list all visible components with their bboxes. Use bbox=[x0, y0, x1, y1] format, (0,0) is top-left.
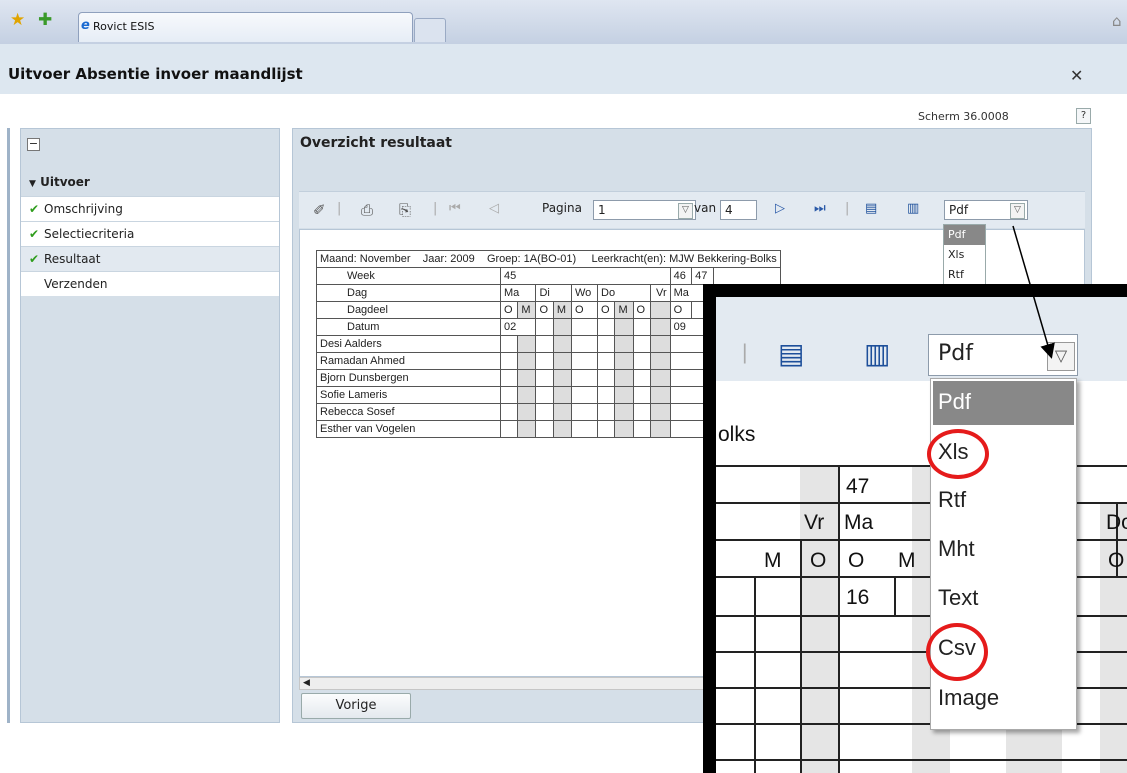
home-icon[interactable]: ⌂ bbox=[1112, 12, 1122, 30]
ie-logo-icon: e bbox=[81, 18, 90, 33]
next-page-icon[interactable]: ▷ bbox=[775, 201, 785, 216]
browser-tab-title: Rovict ESIS bbox=[93, 20, 155, 33]
previous-page-icon[interactable]: ◁ bbox=[489, 201, 499, 216]
sidebar-item-resultaat[interactable]: ✔ Resultaat bbox=[21, 246, 279, 271]
sidebar-item-label: Resultaat bbox=[44, 252, 101, 266]
new-tab-button[interactable] bbox=[414, 18, 446, 42]
print-icon[interactable]: ⎙ bbox=[361, 201, 373, 219]
add-favorite-icon[interactable]: ✚ bbox=[38, 10, 52, 30]
format-option-rtf[interactable]: Rtf bbox=[944, 265, 985, 285]
scroll-left-icon[interactable]: ◀ bbox=[303, 678, 310, 688]
sidebar-section-header[interactable]: ▼ Uitvoer bbox=[21, 169, 279, 194]
window-header: Uitvoer Absentie invoer maandlijst ✕ bbox=[0, 44, 1127, 94]
zoom-day: Ma bbox=[844, 511, 874, 534]
zoom-day: Do bbox=[1106, 511, 1127, 534]
check-icon: ✔ bbox=[29, 227, 40, 241]
format-option-rtf[interactable]: Rtf bbox=[938, 487, 966, 513]
toolbar-separator: | bbox=[742, 341, 748, 364]
export-format-value: Pdf bbox=[949, 203, 969, 217]
check-icon: ✔ bbox=[29, 202, 40, 216]
sidebar-item-omschrijving[interactable]: ✔ Omschrijving bbox=[21, 196, 279, 221]
browser-tab-bar: ★ ✚ e Rovict ESIS ⌂ bbox=[0, 0, 1127, 45]
chevron-down-icon: ▽ bbox=[1047, 342, 1075, 371]
save-icon[interactable]: ▤ bbox=[865, 201, 877, 216]
export-icon[interactable]: ▥ bbox=[907, 201, 919, 216]
zoom-dagdeel: M bbox=[898, 549, 916, 572]
page-count-value: 4 bbox=[725, 203, 733, 217]
triangle-down-icon: ▼ bbox=[29, 179, 36, 189]
sidebar-item-selectiecriteria[interactable]: ✔ Selectiecriteria bbox=[21, 221, 279, 246]
zoom-week: 47 bbox=[846, 475, 870, 498]
first-page-icon[interactable]: ⏮ bbox=[449, 201, 461, 216]
zoom-inset: | ▤ ▥ Pdf ▽ olks 47 Vr Ma D M O O M O 16… bbox=[703, 284, 1127, 773]
page-select[interactable]: 1 ▽ bbox=[593, 200, 696, 220]
sidebar-section-title: Uitvoer bbox=[40, 175, 90, 189]
sidebar-item-verzenden[interactable]: Verzenden bbox=[21, 271, 279, 296]
report-toolbar: ✐ | ⎙ ⎘ | ⏮ ◁ Pagina 1 ▽ van 4 ▷ ⏭ | ▤ ▥… bbox=[299, 191, 1085, 228]
zoom-header-fragment: olks bbox=[718, 423, 756, 446]
print-setup-icon[interactable]: ⎘ bbox=[399, 201, 411, 219]
page-label: Pagina bbox=[542, 201, 582, 215]
sidebar-item-label: Verzenden bbox=[44, 277, 108, 291]
check-icon: ✔ bbox=[29, 252, 40, 266]
format-option-mht[interactable]: Mht bbox=[938, 536, 975, 562]
zoom-export-format-select[interactable]: Pdf ▽ bbox=[928, 334, 1078, 376]
zoom-dagdeel: M bbox=[764, 549, 782, 572]
window-title: Uitvoer Absentie invoer maandlijst bbox=[8, 65, 303, 83]
toolbar-separator: | bbox=[845, 201, 850, 216]
chevron-down-icon: ▽ bbox=[678, 203, 693, 219]
format-option-xls[interactable]: Xls bbox=[944, 245, 985, 265]
csv-highlight-circle bbox=[926, 623, 988, 681]
zoom-format-dropdown-list: Pdf Xls Rtf Mht Text Csv Image bbox=[926, 378, 1077, 730]
zoom-dagdeel: O bbox=[848, 549, 865, 572]
chevron-down-icon: ▽ bbox=[1010, 203, 1025, 219]
page-select-value: 1 bbox=[598, 203, 606, 217]
toolbar-separator: | bbox=[433, 201, 438, 216]
zoom-dagdeel: O bbox=[810, 549, 827, 572]
sidebar-item-label: Selectiecriteria bbox=[44, 227, 135, 241]
collapse-icon[interactable]: − bbox=[27, 138, 40, 151]
toolbar-separator: | bbox=[337, 201, 342, 216]
format-dropdown-list: Pdf Xls Rtf bbox=[943, 224, 986, 288]
zoom-format-value: Pdf bbox=[938, 341, 973, 366]
format-option-text[interactable]: Text bbox=[938, 585, 978, 611]
zoom-day: Vr bbox=[804, 511, 825, 534]
sidebar: − ▼ Uitvoer ✔ Omschrijving ✔ Selectiecri… bbox=[20, 128, 280, 723]
favorites-star-icon[interactable]: ★ bbox=[10, 10, 25, 30]
xls-highlight-circle bbox=[927, 429, 989, 479]
last-page-icon[interactable]: ⏭ bbox=[814, 201, 826, 216]
help-button[interactable]: ? bbox=[1076, 108, 1091, 124]
format-option-pdf[interactable]: Pdf bbox=[944, 225, 985, 245]
browser-tab[interactable]: e Rovict ESIS bbox=[78, 12, 413, 42]
zoom-inset-content: | ▤ ▥ Pdf ▽ olks 47 Vr Ma D M O O M O 16… bbox=[716, 297, 1127, 773]
zoom-dagdeel: O bbox=[1108, 549, 1125, 572]
of-label: van bbox=[694, 201, 717, 215]
week-row: Week 45 46 47 bbox=[316, 267, 781, 285]
zoom-toolbar: | ▤ ▥ Pdf ▽ bbox=[716, 297, 1127, 381]
zoom-date: 16 bbox=[846, 586, 870, 609]
format-option-pdf[interactable]: Pdf bbox=[938, 389, 971, 415]
previous-button[interactable]: Vorige bbox=[301, 693, 411, 719]
page-count-field: 4 bbox=[720, 200, 757, 220]
screen-code: Scherm 36.0008 bbox=[918, 110, 1009, 123]
sidebar-item-label: Omschrijving bbox=[44, 202, 123, 216]
panel-title: Overzicht resultaat bbox=[300, 135, 452, 151]
export-format-select[interactable]: Pdf ▽ bbox=[944, 200, 1028, 220]
close-icon[interactable]: ✕ bbox=[1070, 66, 1083, 85]
save-icon[interactable]: ▤ bbox=[778, 337, 804, 370]
export-icon[interactable]: ▥ bbox=[864, 337, 890, 370]
format-option-image[interactable]: Image bbox=[938, 685, 999, 711]
eraser-icon[interactable]: ✐ bbox=[313, 201, 326, 219]
report-header-row: Maand: November Jaar: 2009 Groep: 1A(BO-… bbox=[316, 250, 781, 268]
left-divider bbox=[7, 128, 10, 723]
